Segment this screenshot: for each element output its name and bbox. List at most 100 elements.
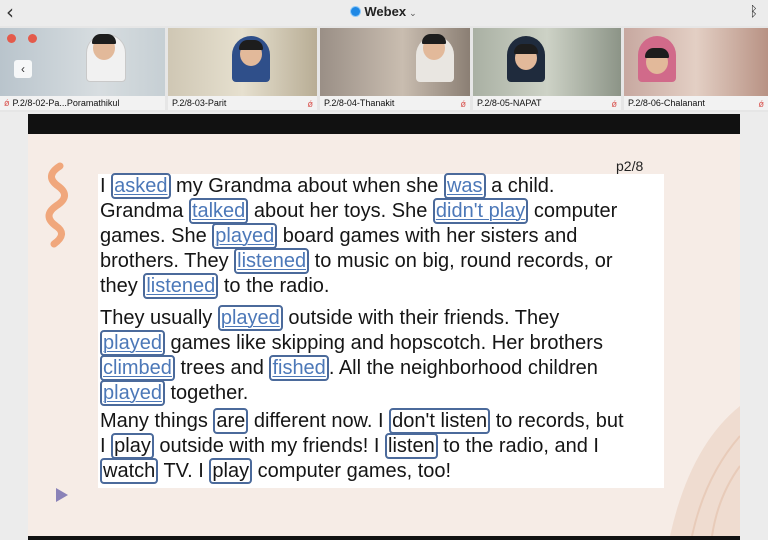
participant-strip: ǿ P.2/8-02-Pa...Poramathikul ‹ P.2/8-03-P… (0, 26, 768, 112)
participant-tile[interactable]: P.2/8-03-Parit ǿ (168, 28, 317, 110)
participant-hair (92, 34, 116, 44)
text-line: They usually played outside with their f… (100, 305, 680, 331)
verb-highlight: are (213, 408, 249, 434)
participant-name-text: P.2/8-04-Thanakit (324, 98, 395, 108)
text-line: watch TV. I play computer games, too! (100, 458, 680, 484)
app-title: Webex (364, 4, 407, 19)
text-line: played games like skipping and hopscotch… (100, 330, 680, 356)
slide-text: computer (528, 200, 618, 222)
participant-name-text: P.2/8-06-Chalanant (628, 98, 705, 108)
verb-highlight: play (111, 433, 154, 459)
text-line: I play outside with my friends! I listen… (100, 433, 680, 459)
wave-decoration-icon (45, 162, 68, 248)
text-line: I asked my Grandma about when she was a … (100, 173, 680, 199)
verb-highlight: asked (111, 173, 171, 199)
text-line: climbed trees and fished. All the neighb… (100, 355, 680, 381)
text-line: they listened to the radio. (100, 273, 680, 299)
shared-slide: p2/8 I asked my Grandma about when she w… (28, 134, 740, 536)
slide-text: they (100, 275, 144, 297)
slide-text: board games with her sisters and (277, 225, 578, 247)
verb-highlight: played (212, 223, 278, 249)
title-bar: ‹ Webex ⌄ ᛒ (0, 0, 768, 26)
slide-text: a child. (485, 175, 555, 197)
mic-muted-icon: ǿ (758, 99, 765, 109)
slide-text: games like skipping and hopscotch. Her b… (164, 332, 603, 354)
participant-video (168, 28, 317, 96)
slide-text: about her toys. She (248, 200, 433, 222)
participant-name-text: P.2/8-02-Pa...Poramathikul (12, 98, 120, 108)
verb-highlight: was (443, 173, 486, 199)
participant-name: P.2/8-05-NAPAT (473, 96, 621, 110)
verb-highlight: play (209, 458, 253, 484)
mic-muted-icon: ǿ (4, 98, 10, 108)
text-line: games. She played board games with her s… (100, 223, 680, 249)
slide-text: brothers. They (100, 250, 235, 272)
participant-tile[interactable]: P.2/8-06-Chalanant ǿ (624, 28, 768, 110)
slide-text: They usually (100, 307, 218, 329)
verb-highlight: played (217, 305, 283, 331)
webex-logo-icon (351, 7, 361, 16)
text-line: Grandma talked about her toys. She didn'… (100, 198, 680, 224)
text-line: Many things are different now. I don't l… (100, 408, 680, 434)
slide-text: outside with their friends. They (282, 307, 560, 329)
verb-highlight: climbed (100, 355, 175, 381)
scroll-left-button[interactable]: ‹ (14, 60, 32, 78)
slide-text: to the radio, and I (437, 435, 599, 457)
slide-text: to records, but (490, 410, 624, 432)
slide-text: . All the neighborhood children (328, 357, 598, 379)
slide-text: TV. I (158, 460, 210, 482)
verb-highlight: played (100, 330, 165, 356)
verb-highlight: watch (100, 458, 159, 484)
muted-indicator-icon (7, 34, 16, 43)
participant-hair (645, 48, 669, 58)
record-indicator-icon (28, 34, 37, 43)
text-line: played together. (100, 380, 680, 406)
participant-name: P.2/8-04-Thanakit (320, 96, 470, 110)
paragraph-1: I asked my Grandma about when she was a … (100, 173, 680, 299)
slide-text: different now. I (248, 410, 390, 432)
page-number: p2/8 (616, 158, 644, 174)
verb-highlight: listened (143, 273, 219, 299)
slide-text: outside with my friends! I (153, 435, 386, 457)
slide-text: computer games, too! (252, 460, 452, 482)
mic-muted-icon: ǿ (460, 99, 467, 109)
slide-text: trees and (174, 357, 270, 379)
slide-text: to music on big, round records, or (309, 250, 613, 272)
paragraph-2: They usually played outside with their f… (100, 305, 680, 406)
slide-text: to the radio. (218, 275, 330, 297)
verb-highlight: didn't play (432, 198, 529, 224)
slide-text: Grandma (100, 200, 189, 222)
slide-text: Many things (100, 410, 214, 432)
verb-highlight: fished (269, 355, 329, 381)
participant-tile[interactable]: P.2/8-04-Thanakit ǿ (320, 28, 470, 110)
slide-text: I (100, 175, 112, 197)
participant-hair (422, 34, 446, 44)
app-title-menu[interactable]: Webex ⌄ (0, 4, 768, 19)
slide-text: games. She (100, 225, 213, 247)
text-line: brothers. They listened to music on big,… (100, 248, 680, 274)
verb-highlight: talked (188, 198, 249, 224)
bluetooth-icon: ᛒ (749, 3, 758, 19)
participant-name-text: P.2/8-03-Parit (172, 98, 227, 108)
slide-text: together. (164, 382, 249, 404)
mic-muted-icon: ǿ (307, 99, 314, 109)
share-bottom-bar (28, 536, 740, 540)
slide-text: my Grandma about when she (170, 175, 444, 197)
slide-text: I (100, 435, 112, 457)
participant-video (624, 28, 768, 96)
participant-name: ǿ P.2/8-02-Pa...Poramathikul (0, 96, 165, 110)
participant-name: P.2/8-06-Chalanant (624, 96, 768, 110)
verb-highlight: listened (234, 248, 310, 274)
participant-hair (514, 44, 538, 54)
chevron-down-icon: ⌄ (409, 8, 417, 18)
paragraph-3: Many things are different now. I don't l… (100, 408, 680, 484)
participant-name-text: P.2/8-05-NAPAT (477, 98, 542, 108)
participant-tile[interactable]: P.2/8-05-NAPAT ǿ (473, 28, 621, 110)
verb-highlight: don't listen (389, 408, 491, 434)
participant-hair (239, 40, 263, 50)
share-top-bar (28, 114, 740, 134)
play-triangle-icon[interactable] (56, 488, 68, 502)
verb-highlight: played (100, 380, 165, 406)
verb-highlight: listen (385, 433, 438, 459)
participant-video (473, 28, 621, 96)
